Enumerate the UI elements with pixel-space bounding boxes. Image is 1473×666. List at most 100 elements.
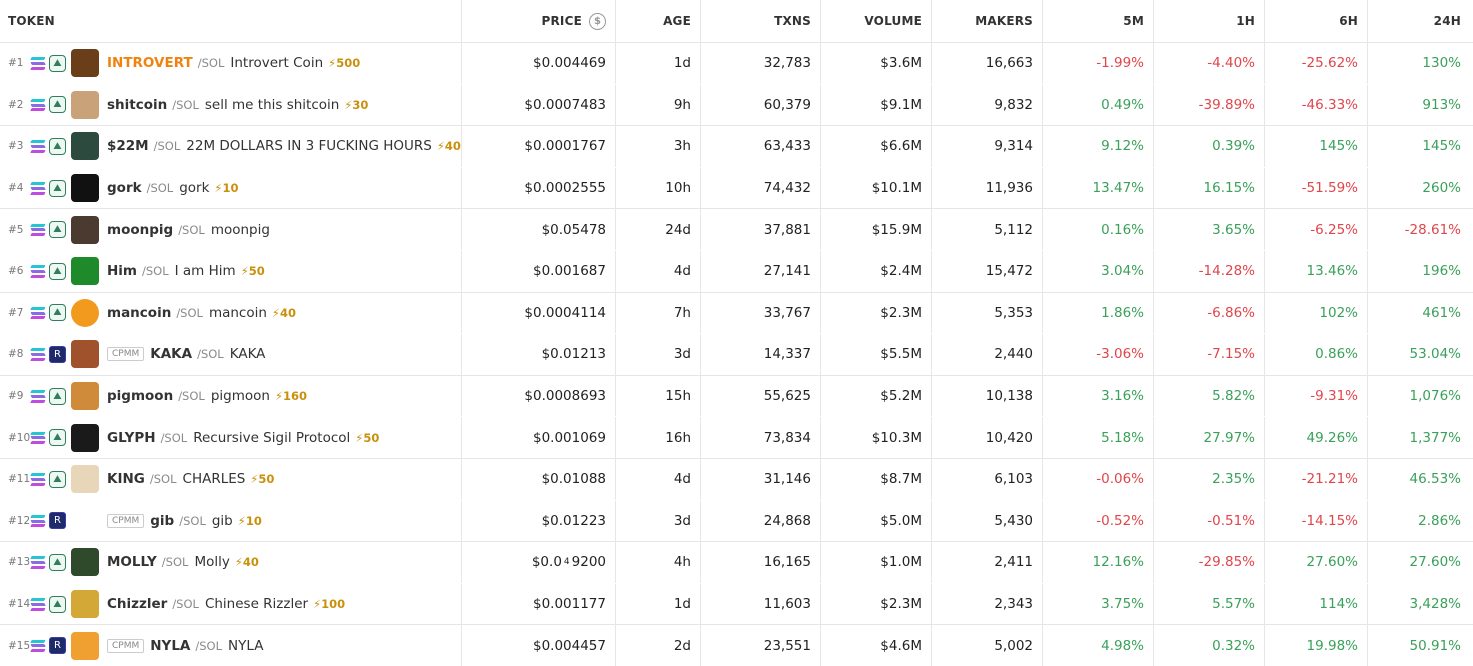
pumpswap-icon: ⛰ [49,387,66,405]
solana-chain-icon [30,57,46,70]
table-row[interactable]: #11 ⛰ KING/SOL CHARLES ⚡50 $0.01088 4d 31,146 $8… [0,459,1473,501]
header-1h[interactable]: 1H [1153,0,1264,42]
token-cell[interactable]: #7 ⛰ mancoin/SOL mancoin ⚡40 [0,293,461,334]
header-5m[interactable]: 5M [1042,0,1153,42]
kaka-avatar [71,340,99,369]
token-cell[interactable]: #1 ⛰ INTROVERT/SOL Introvert Coin ⚡500 [0,43,461,84]
volume-cell: $5.5M [820,334,931,375]
token-name: gork [179,180,210,197]
change-6h-cell: 114% [1264,583,1367,625]
makers-cell: 5,002 [931,625,1042,666]
age-cell: 15h [615,375,700,417]
makers-cell: 2,440 [931,334,1042,375]
table-header: TOKEN PRICE $ AGE TXNS VOLUME MAKERS 5M 1… [0,0,1473,43]
table-row[interactable]: #5 ⛰ moonpig/SOL moonpig $0.05478 24d 37,881 $1… [0,209,1473,251]
king-avatar [71,465,99,494]
price-cell: $0.0008693 [461,375,615,417]
token-symbol: moonpig [107,221,174,238]
change-24h-cell: 260% [1367,167,1473,209]
table-row[interactable]: #1 ⛰ INTROVERT/SOL Introvert Coin ⚡500 $0.004… [0,43,1473,85]
token-symbol: mancoin [107,304,172,321]
price-value: $0.004457 [532,637,606,654]
pumpswap-icon: ⛰ [49,96,66,114]
quote-token: /SOL [197,347,224,362]
txns-cell: 24,868 [700,500,820,542]
price-value: $0.001069 [532,429,606,446]
token-name: Introvert Coin [230,55,324,72]
header-age[interactable]: AGE [615,0,700,42]
token-name: 22M DOLLARS IN 3 FUCKING HOURS [186,138,432,155]
table-row[interactable]: #8 R CPMM KAKA/SOL KAKA $0.01213 3d 14,337 $5.5M… [0,334,1473,376]
shitcoin-avatar [71,90,99,119]
token-symbol: pigmoon [107,388,174,405]
token-cell[interactable]: #4 ⛰ gork/SOL gork ⚡10 [0,168,461,209]
token-cell[interactable]: #3 ⛰ $22M/SOL 22M DOLLARS IN 3 FUCKING HOUR… [0,126,461,167]
txns-cell: 37,881 [700,209,820,250]
change-24h-cell: 130% [1367,43,1473,84]
makers-cell: 2,411 [931,542,1042,583]
makers-cell: 6,103 [931,459,1042,500]
token-cell[interactable]: #6 ⛰ Him/SOL I am Him ⚡50 [0,251,461,292]
volume-cell: $5.0M [820,500,931,542]
volume-cell: $2.3M [820,292,931,334]
solana-chain-icon [30,306,46,319]
header-volume[interactable]: VOLUME [820,0,931,42]
solana-chain-icon [30,140,46,153]
price-cell: $0.0007483 [461,84,615,126]
change-6h-cell: -14.15% [1264,500,1367,542]
boost-badge: ⚡50 [250,472,275,487]
token-cell[interactable]: #13 ⛰ MOLLY/SOL Molly ⚡40 [0,542,461,583]
token-name: moonpig [210,221,270,238]
table-row[interactable]: #12 R CPMM gib/SOL gib ⚡10 $0.01223 3d 24,868 $5.… [0,500,1473,543]
token-cell[interactable]: #12 R CPMM gib/SOL gib ⚡10 [0,501,461,542]
change-24h-cell: 1,377% [1367,417,1473,458]
table-row[interactable]: #7 ⛰ mancoin/SOL mancoin ⚡40 $0.0004114 7h 33,7… [0,292,1473,335]
pumpswap-icon: ⛰ [49,304,66,322]
quote-token: /SOL [142,264,169,279]
change-6h-cell: 49.26% [1264,417,1367,458]
token-cell[interactable]: #10 ⛰ GLYPH/SOL Recursive Sigil Protocol ⚡50 [0,417,461,458]
table-row[interactable]: #9 ⛰ pigmoon/SOL pigmoon ⚡160 $0.0008693 15h 55… [0,375,1473,418]
token-cell[interactable]: #15 R CPMM NYLA/SOL NYLA [0,625,461,666]
boost-badge: ⚡40 [234,555,259,570]
currency-toggle-icon[interactable]: $ [589,12,606,30]
token-cell[interactable]: #5 ⛰ moonpig/SOL moonpig [0,209,461,250]
header-price[interactable]: PRICE $ [461,0,615,42]
boost-badge: ⚡160 [274,389,308,404]
change-5m-cell: 0.16% [1042,209,1153,250]
change-5m-cell: 12.16% [1042,542,1153,583]
table-row[interactable]: #4 ⛰ gork/SOL gork ⚡10 $0.0002555 10h 74,432 $10… [0,167,1473,210]
price-value: $0.0 [531,554,562,571]
token-cell[interactable]: #8 R CPMM KAKA/SOL KAKA [0,334,461,375]
table-row[interactable]: #15 R CPMM NYLA/SOL NYLA $0.004457 2d 23,551 $4.… [0,625,1473,666]
price-value: $0.01088 [541,471,606,488]
price-value: $0.05478 [541,221,606,238]
age-cell: 16h [615,417,700,458]
table-row[interactable]: #13 ⛰ MOLLY/SOL Molly ⚡40 $0.0 4 9200 4h 16,165 $1… [0,542,1473,584]
makers-cell: 15,472 [931,251,1042,292]
pumpswap-icon: ⛰ [49,470,66,488]
change-6h-cell: -46.33% [1264,84,1367,126]
price-cell: $0.0 4 9200 [461,542,615,583]
token-cell[interactable]: #11 ⛰ KING/SOL CHARLES ⚡50 [0,459,461,500]
header-24h[interactable]: 24H [1367,0,1473,42]
token-cell[interactable]: #9 ⛰ pigmoon/SOL pigmoon ⚡160 [0,376,461,417]
token-cell[interactable]: #2 ⛰ shitcoin/SOL sell me this shitcoin ⚡30 [0,85,461,126]
header-token[interactable]: TOKEN [0,0,461,42]
table-row[interactable]: #6 ⛰ Him/SOL I am Him ⚡50 $0.001687 4d 27,141 $2… [0,251,1473,293]
table-row[interactable]: #14 ⛰ Chizzler/SOL Chinese Rizzler ⚡100 $0.00… [0,583,1473,626]
token-cell[interactable]: #14 ⛰ Chizzler/SOL Chinese Rizzler ⚡100 [0,584,461,625]
cpmm-badge: CPMM [107,638,145,653]
txns-cell: 14,337 [700,334,820,375]
header-txns[interactable]: TXNS [700,0,820,42]
change-24h-cell: 53.04% [1367,334,1473,375]
makers-cell: 5,112 [931,209,1042,250]
change-1h-cell: 5.57% [1153,583,1264,625]
txns-cell: 63,433 [700,126,820,167]
table-row[interactable]: #2 ⛰ shitcoin/SOL sell me this shitcoin ⚡30 $… [0,84,1473,127]
header-makers[interactable]: MAKERS [931,0,1042,42]
header-6h[interactable]: 6H [1264,0,1367,42]
table-row[interactable]: #3 ⛰ $22M/SOL 22M DOLLARS IN 3 FUCKING HOUR… [0,126,1473,168]
table-row[interactable]: #10 ⛰ GLYPH/SOL Recursive Sigil Protocol ⚡50… [0,417,1473,459]
change-1h-cell: -14.28% [1153,251,1264,292]
